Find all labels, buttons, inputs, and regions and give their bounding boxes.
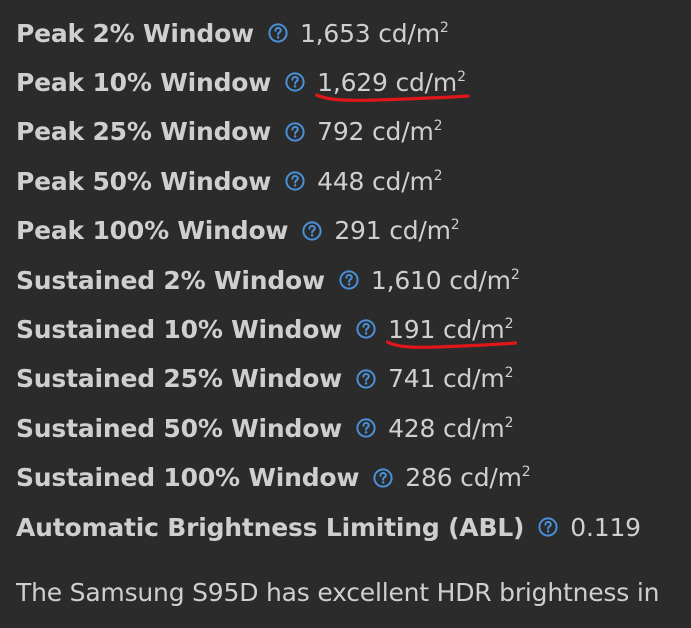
metric-row: Peak 10% Window 1,629 cd/m2 — [16, 62, 466, 102]
unit-superscript: 2 — [504, 414, 514, 431]
metric-row: Sustained 10% Window 191 cd/m2 — [16, 309, 513, 349]
metric-label: Peak 10% Window — [16, 67, 272, 97]
metric-value: 741 cd/m2 — [388, 364, 513, 393]
metric-row: Sustained 50% Window 428 cd/m2 — [16, 408, 513, 448]
metric-value: 286 cd/m2 — [405, 463, 530, 492]
metric-label: Peak 50% Window — [16, 166, 272, 196]
metric-label: Sustained 10% Window — [16, 314, 343, 344]
metric-label: Sustained 25% Window — [16, 364, 343, 394]
metric-label: Sustained 2% Window — [16, 265, 325, 295]
unit-superscript: 2 — [510, 266, 520, 283]
help-icon[interactable] — [356, 319, 376, 339]
top-edge — [0, 0, 691, 8]
metric-value-text: 792 cd/m — [317, 117, 434, 147]
metric-label: Peak 100% Window — [16, 216, 289, 246]
metric-value-text: 0.119 — [570, 512, 641, 542]
metric-value-text: 286 cd/m — [405, 463, 522, 493]
unit-superscript: 2 — [457, 68, 466, 85]
metric-value: 448 cd/m2 — [317, 167, 442, 196]
metric-row: Sustained 25% Window 741 cd/m2 — [16, 359, 513, 399]
unit-superscript: 2 — [450, 217, 460, 234]
help-icon[interactable] — [285, 122, 305, 142]
unit-superscript: 2 — [433, 167, 443, 184]
metric-row: Automatic Brightness Limiting (ABL) 0.119 — [16, 507, 641, 547]
metric-value-text: 428 cd/m — [388, 413, 505, 443]
red-underline-annotation — [315, 90, 470, 104]
help-icon[interactable] — [302, 220, 322, 241]
metric-value-text: 291 cd/m — [334, 216, 451, 246]
metric-value: 1,629 cd/m2 — [317, 68, 466, 97]
unit-superscript: 2 — [504, 365, 514, 382]
help-icon[interactable] — [285, 171, 305, 191]
metric-row: Peak 25% Window 792 cd/m2 — [16, 112, 443, 152]
metric-row: Peak 50% Window 448 cd/m2 — [16, 161, 443, 201]
help-icon[interactable] — [538, 517, 558, 537]
help-icon[interactable] — [268, 23, 288, 43]
metric-row: Peak 100% Window 291 cd/m2 — [16, 211, 460, 251]
unit-superscript: 2 — [433, 118, 443, 135]
help-icon[interactable] — [356, 369, 376, 389]
metric-value: 191 cd/m2 — [388, 315, 513, 344]
metric-value-text: 1,653 cd/m — [299, 18, 440, 48]
help-icon[interactable] — [339, 270, 359, 290]
unit-superscript: 2 — [439, 19, 449, 36]
metric-value-text: 1,610 cd/m — [370, 265, 511, 295]
unit-superscript: 2 — [521, 464, 531, 481]
metric-value: 0.119 — [570, 513, 641, 542]
metric-label: Sustained 100% Window — [16, 463, 360, 493]
metric-value: 792 cd/m2 — [317, 117, 442, 146]
metric-value: 428 cd/m2 — [388, 414, 513, 443]
help-icon[interactable] — [373, 467, 393, 488]
metric-label: Peak 25% Window — [16, 117, 272, 147]
red-underline-annotation — [386, 337, 517, 351]
metric-label: Peak 2% Window — [16, 18, 254, 48]
metric-value-text: 741 cd/m — [388, 364, 505, 394]
help-icon[interactable] — [285, 72, 305, 92]
unit-superscript: 2 — [504, 315, 514, 332]
metric-row: Peak 2% Window 1,653 cd/m2 — [16, 13, 449, 53]
metric-value-text: 448 cd/m — [317, 166, 434, 196]
metric-row: Sustained 2% Window 1,610 cd/m2 — [16, 260, 520, 300]
metric-label: Automatic Brightness Limiting (ABL) — [16, 512, 525, 542]
metric-label: Sustained 50% Window — [16, 413, 343, 443]
metric-value: 1,653 cd/m2 — [300, 19, 449, 48]
metric-value: 1,610 cd/m2 — [371, 266, 520, 295]
review-paragraph: The Samsung S95D has excellent HDR brigh… — [16, 578, 660, 607]
metric-row: Sustained 100% Window 286 cd/m2 — [16, 458, 531, 498]
help-icon[interactable] — [356, 418, 376, 438]
metric-value: 291 cd/m2 — [334, 216, 459, 245]
